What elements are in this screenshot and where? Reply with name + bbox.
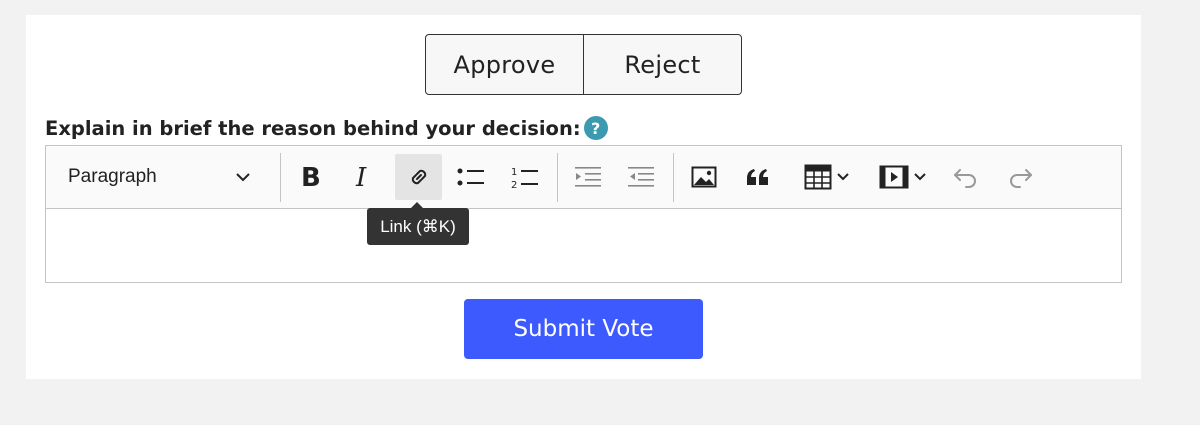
bold-button[interactable]: B: [294, 154, 326, 200]
undo-icon: [954, 169, 976, 188]
link-button[interactable]: [395, 154, 442, 200]
bulleted-list-button[interactable]: [452, 154, 490, 200]
rich-text-editor: Paragraph B I 1 2: [45, 145, 1122, 283]
redo-button[interactable]: [1000, 154, 1040, 200]
italic-button[interactable]: I: [348, 154, 380, 200]
link-tooltip: Link (⌘K): [367, 202, 469, 245]
link-icon: [411, 169, 426, 185]
image-icon: [691, 166, 717, 188]
toolbar-separator: [557, 153, 558, 202]
undo-button[interactable]: [946, 154, 986, 200]
media-icon: [879, 165, 908, 189]
help-icon[interactable]: ?: [583, 116, 608, 140]
toolbar-separator: [673, 153, 674, 202]
vote-toggle-group: Approve Reject: [425, 34, 742, 95]
table-icon: [804, 164, 831, 190]
numbered-list-icon: 1 2: [511, 167, 538, 190]
insert-table-button[interactable]: [794, 154, 858, 200]
reject-button[interactable]: Reject: [583, 35, 741, 94]
chevron-down-icon: [836, 173, 849, 181]
editor-content-area[interactable]: [46, 209, 1121, 282]
editor-toolbar: Paragraph B I 1 2: [46, 146, 1121, 209]
decrease-indent-button[interactable]: [568, 154, 608, 200]
reason-prompt: Explain in brief the reason behind your …: [45, 116, 608, 140]
decrease-indent-icon: [575, 167, 601, 187]
insert-media-button[interactable]: [870, 154, 934, 200]
insert-image-button[interactable]: [686, 154, 722, 200]
numbered-list-button[interactable]: 1 2: [506, 154, 544, 200]
blockquote-icon: [747, 169, 768, 185]
italic-icon: I: [355, 164, 367, 190]
bulleted-list-icon: [457, 168, 484, 186]
paragraph-format-dropdown[interactable]: Paragraph: [54, 154, 264, 200]
increase-indent-button[interactable]: [621, 154, 661, 200]
chevron-down-icon: [913, 173, 926, 181]
increase-indent-icon: [628, 167, 654, 187]
svg-text:1: 1: [511, 167, 517, 178]
submit-vote-button[interactable]: Submit Vote: [464, 299, 703, 359]
svg-text:I: I: [355, 164, 367, 190]
blockquote-button[interactable]: [740, 154, 776, 200]
reason-prompt-label: Explain in brief the reason behind your …: [45, 116, 581, 140]
chevron-down-icon: [236, 166, 250, 188]
svg-text:2: 2: [511, 180, 517, 190]
svg-text:B: B: [301, 164, 321, 190]
redo-icon: [1010, 169, 1032, 188]
paragraph-format-label: Paragraph: [68, 166, 157, 187]
approve-button[interactable]: Approve: [426, 35, 583, 94]
toolbar-separator: [280, 153, 281, 202]
bold-icon: B: [301, 164, 321, 190]
